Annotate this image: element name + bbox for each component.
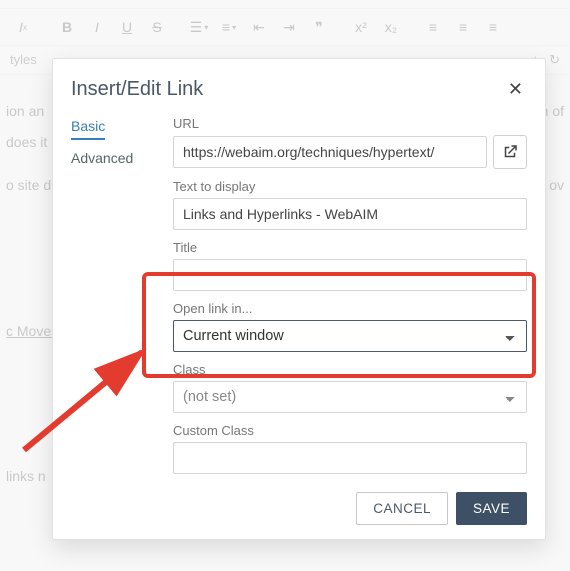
save-button[interactable]: SAVE — [456, 492, 527, 525]
url-label: URL — [173, 116, 527, 131]
open-in-select[interactable]: Current window — [173, 320, 527, 352]
custom-class-input[interactable] — [173, 442, 527, 474]
tab-basic[interactable]: Basic — [71, 116, 105, 140]
url-input[interactable] — [173, 136, 487, 168]
dialog-title: Insert/Edit Link — [71, 78, 203, 101]
custom-class-label: Custom Class — [173, 423, 527, 438]
external-link-icon — [501, 143, 519, 161]
cancel-button[interactable]: CANCEL — [356, 492, 448, 525]
dialog-tabs: Basic Advanced — [71, 116, 151, 484]
text-input[interactable] — [173, 198, 527, 230]
insert-link-dialog: Insert/Edit Link ✕ Basic Advanced URL Te… — [52, 58, 546, 540]
title-input[interactable] — [173, 259, 527, 291]
class-label: Class — [173, 362, 527, 377]
text-label: Text to display — [173, 179, 527, 194]
class-select[interactable]: (not set) — [173, 381, 527, 413]
open-in-label: Open link in... — [173, 301, 527, 316]
title-label: Title — [173, 240, 527, 255]
close-icon[interactable]: ✕ — [504, 77, 527, 102]
open-url-button[interactable] — [493, 135, 527, 169]
tab-advanced[interactable]: Advanced — [71, 148, 151, 170]
